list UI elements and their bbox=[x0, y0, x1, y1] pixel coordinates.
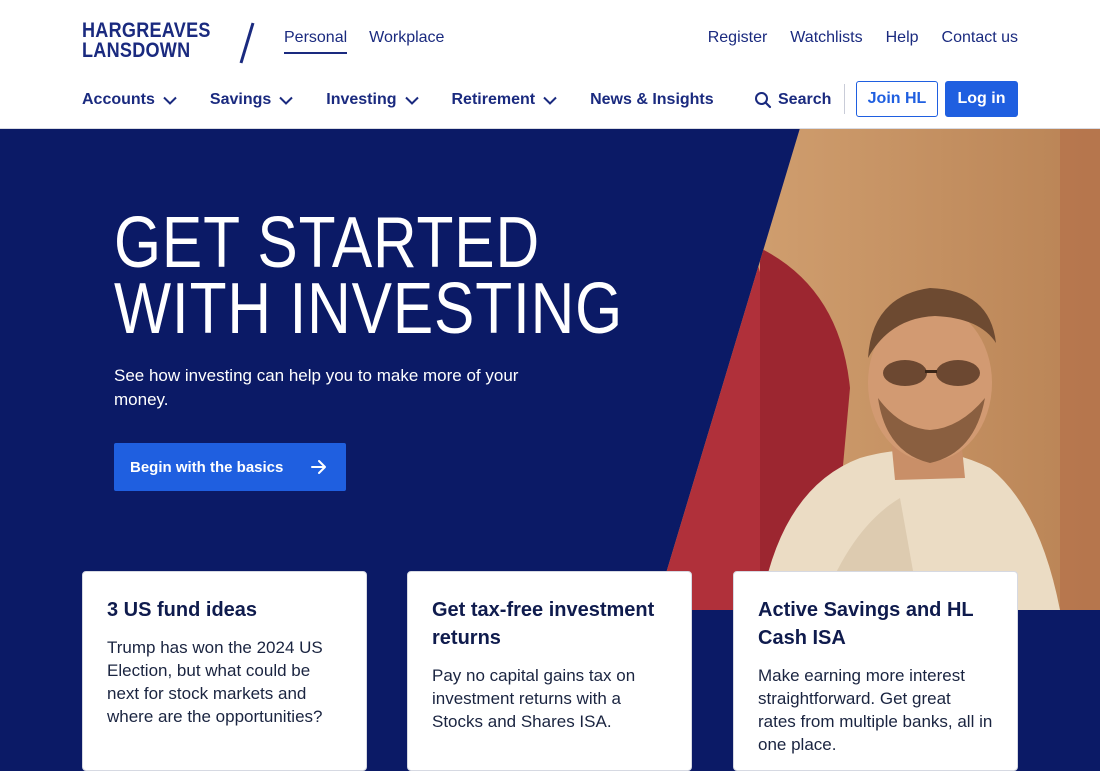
arrow-right-icon bbox=[311, 460, 326, 474]
hero-banner: GET STARTED WITH INVESTING See how inves… bbox=[0, 128, 1100, 610]
register-link[interactable]: Register bbox=[708, 28, 768, 52]
logo-text-line2: LANSDOWN bbox=[82, 39, 191, 62]
begin-with-basics-button[interactable]: Begin with the basics bbox=[114, 443, 346, 491]
join-hl-button[interactable]: Join HL bbox=[856, 81, 938, 117]
contact-us-link[interactable]: Contact us bbox=[942, 28, 1018, 52]
workplace-link[interactable]: Workplace bbox=[369, 28, 444, 54]
nav-item-label: Retirement bbox=[451, 91, 536, 108]
nav-divider bbox=[844, 84, 845, 114]
nav-item-investing[interactable]: Investing bbox=[326, 88, 419, 112]
audience-switcher: Personal Workplace bbox=[284, 28, 444, 54]
nav-item-label: Savings bbox=[209, 91, 272, 108]
nav-item-savings[interactable]: Savings bbox=[210, 88, 293, 112]
card-body: Pay no capital gains tax on investment r… bbox=[432, 666, 636, 731]
nav-item-accounts[interactable]: Accounts bbox=[82, 88, 177, 112]
card-title: Active Savings and HL Cash ISA bbox=[758, 599, 974, 649]
hero-title-line2: WITH INVESTING bbox=[114, 269, 624, 349]
chevron-down-icon bbox=[279, 96, 293, 105]
hl-logo[interactable]: HARGREAVES LANSDOWN bbox=[82, 19, 262, 65]
promo-card-tax-free-returns[interactable]: Get tax-free investment returns Pay no c… bbox=[407, 571, 692, 771]
card-body: Make earning more interest straightforwa… bbox=[758, 666, 993, 754]
search-label: Search bbox=[778, 91, 832, 108]
site-header: HARGREAVES LANSDOWN Personal Workplace R… bbox=[0, 0, 1100, 129]
log-in-button[interactable]: Log in bbox=[945, 81, 1018, 117]
search-icon bbox=[755, 92, 772, 109]
logo-slash-divider bbox=[239, 22, 255, 64]
hero-title-line1: GET STARTED bbox=[114, 203, 540, 283]
nav-item-label: Accounts bbox=[82, 91, 155, 108]
promo-card-us-fund-ideas[interactable]: 3 US fund ideas Trump has won the 2024 U… bbox=[82, 571, 367, 771]
hero-subtitle: See how investing can help you to make m… bbox=[114, 366, 519, 409]
chevron-down-icon bbox=[404, 96, 419, 105]
nav-item-label: News & Insights bbox=[590, 91, 714, 108]
main-nav: Accounts Savings Investing Retirement Ne… bbox=[82, 88, 747, 112]
chevron-down-icon bbox=[543, 96, 557, 105]
watchlists-link[interactable]: Watchlists bbox=[790, 28, 862, 52]
cta-label: Begin with the basics bbox=[130, 458, 284, 476]
help-link[interactable]: Help bbox=[886, 28, 919, 52]
logo-text-line1: HARGREAVES bbox=[82, 19, 211, 42]
nav-item-retirement[interactable]: Retirement bbox=[452, 88, 558, 112]
personal-link[interactable]: Personal bbox=[284, 28, 348, 54]
hero-title: GET STARTED WITH INVESTING bbox=[114, 203, 624, 349]
search-button[interactable]: Search bbox=[754, 88, 831, 112]
nav-item-news-insights[interactable]: News & Insights bbox=[590, 88, 714, 112]
utility-links: Register Watchlists Help Contact us bbox=[708, 28, 1018, 52]
card-title: Get tax-free investment returns bbox=[432, 599, 655, 649]
promo-card-active-savings[interactable]: Active Savings and HL Cash ISA Make earn… bbox=[733, 571, 1018, 771]
chevron-down-icon bbox=[163, 96, 177, 105]
card-title: 3 US fund ideas bbox=[107, 599, 258, 621]
card-body: Trump has won the 2024 US Election, but … bbox=[107, 638, 323, 726]
nav-item-label: Investing bbox=[326, 91, 397, 108]
